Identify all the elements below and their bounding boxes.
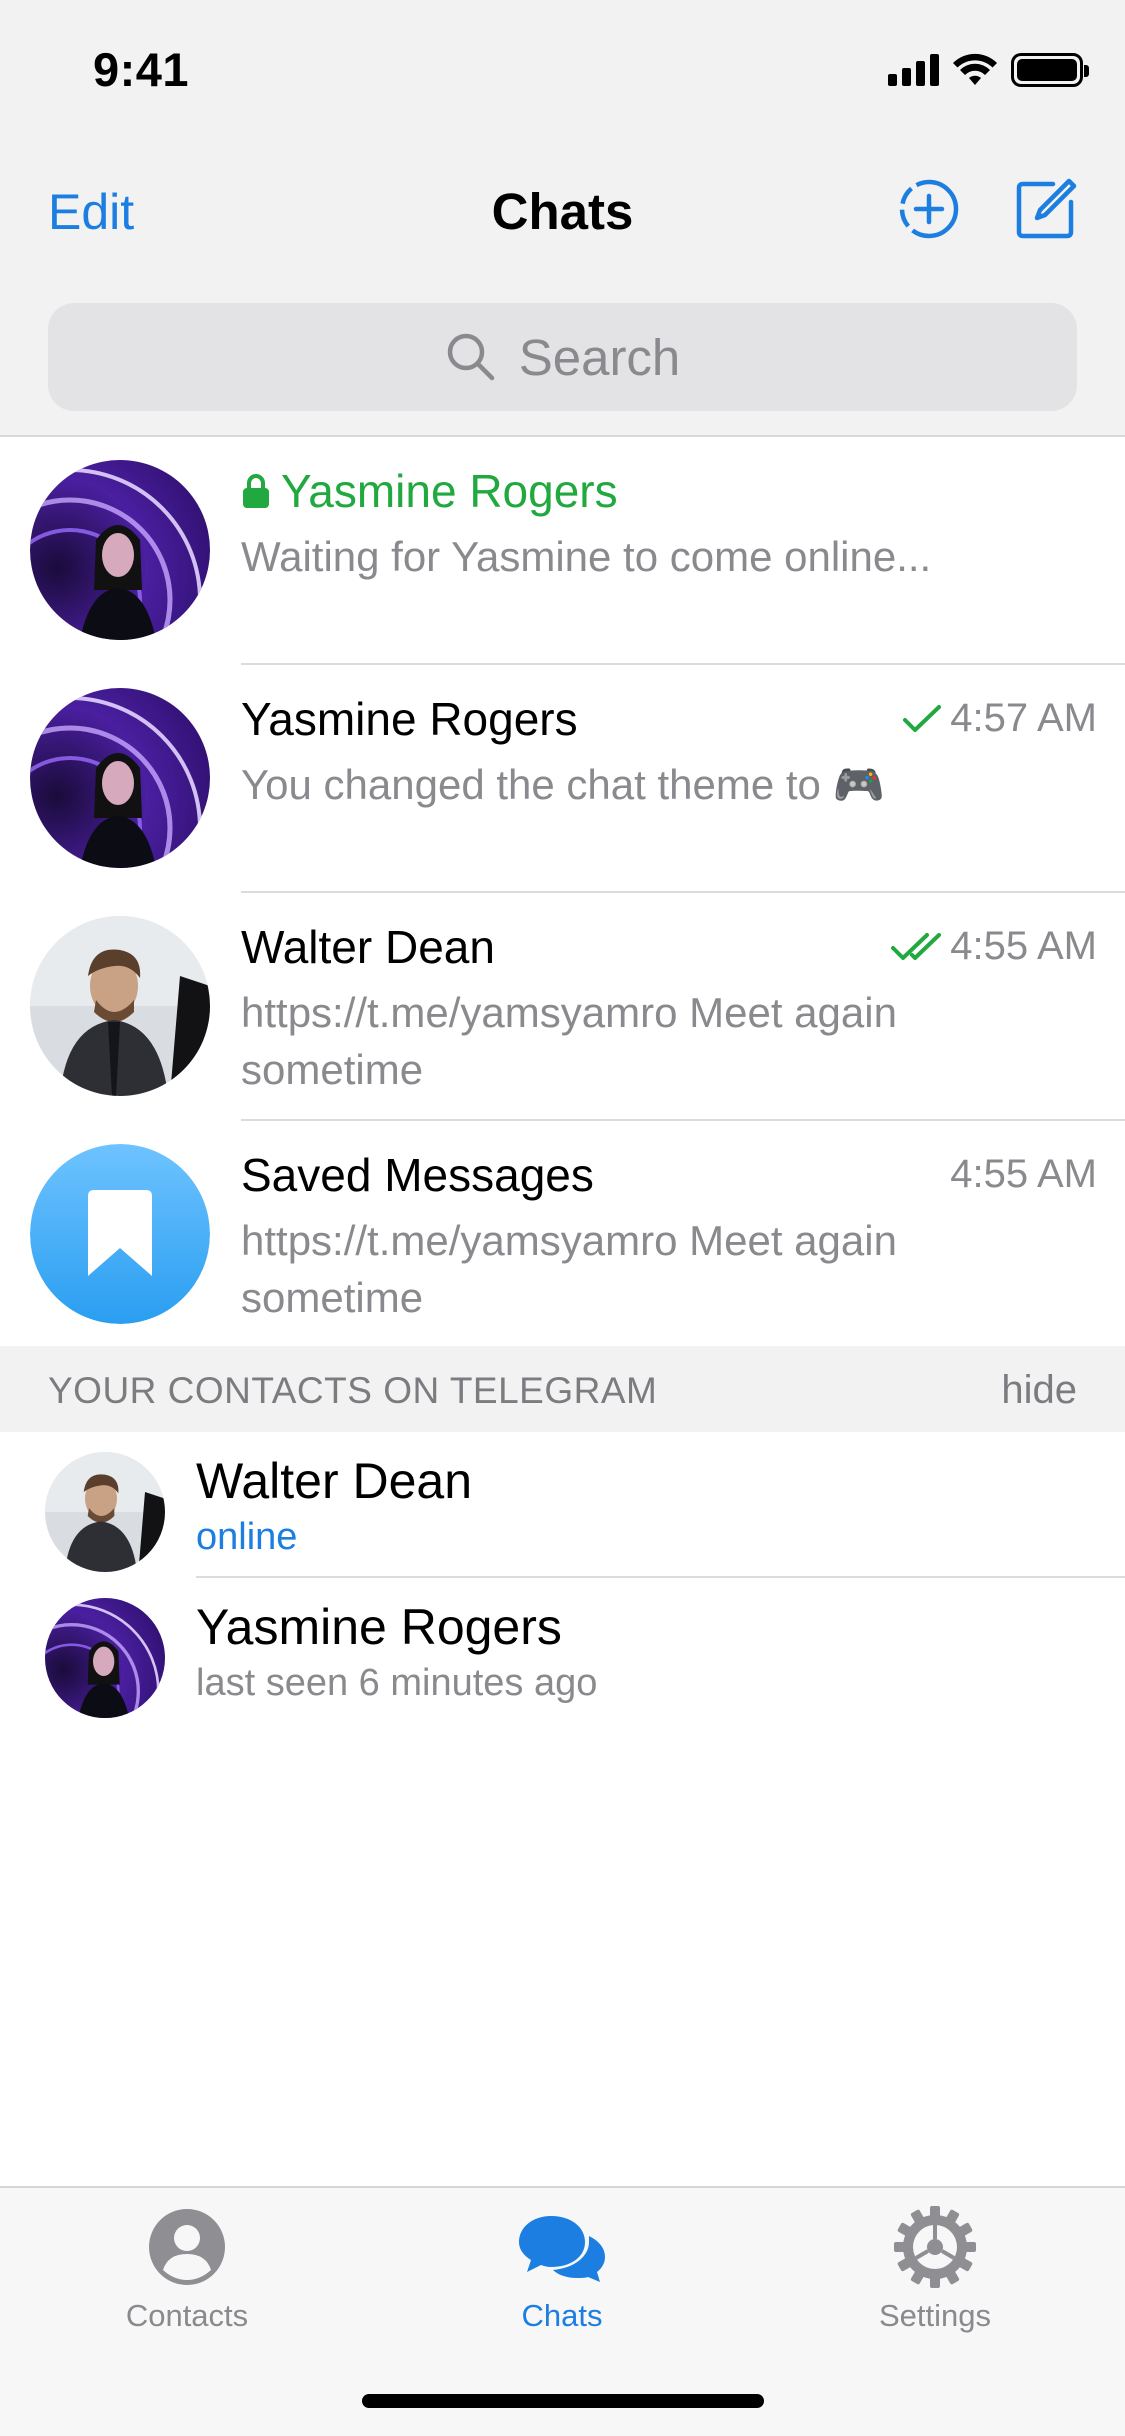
chat-time: 4:55 AM xyxy=(950,1152,1097,1196)
compose-icon[interactable] xyxy=(1013,176,1079,242)
saved-messages-avatar xyxy=(30,1144,210,1324)
tab-settings[interactable]: Settings xyxy=(810,2202,1060,2334)
avatar xyxy=(30,688,210,868)
avatar xyxy=(30,460,210,640)
contact-name: Yasmine Rogers xyxy=(196,1599,562,1655)
single-check-icon xyxy=(903,704,942,732)
contact-name: Walter Dean xyxy=(196,1453,473,1509)
status-icons xyxy=(888,50,1089,90)
contact-status: last seen 6 minutes ago xyxy=(196,1662,598,1704)
battery-icon xyxy=(1011,53,1089,87)
chat-bubbles-icon xyxy=(519,2216,605,2282)
double-check-icon xyxy=(891,932,942,960)
chat-name: Yasmine Rogers xyxy=(241,693,578,745)
tab-contacts[interactable]: Contacts xyxy=(62,2202,312,2334)
chat-row-walter[interactable]: Walter Dean 4:55 AM https://t.me/yamsyam… xyxy=(0,893,1125,1121)
chat-row-secret-yasmine[interactable]: Yasmine Rogers Waiting for Yasmine to co… xyxy=(0,437,1125,665)
tab-label: Contacts xyxy=(125,2298,249,2333)
section-title: YOUR CONTACTS ON TELEGRAM xyxy=(48,1370,658,1411)
chat-row-yasmine[interactable]: Yasmine Rogers 4:57 AM You changed the c… xyxy=(0,665,1125,893)
lock-icon xyxy=(243,474,269,508)
chat-name: Walter Dean xyxy=(241,921,495,973)
chat-time: 4:55 AM xyxy=(890,924,1097,969)
chat-name: Yasmine Rogers xyxy=(241,464,618,518)
tab-chats[interactable]: Chats xyxy=(437,2202,687,2334)
tab-label: Chats xyxy=(521,2298,603,2333)
chat-preview: You changed the chat theme to 🎮 xyxy=(241,761,885,808)
tab-label: Settings xyxy=(878,2298,991,2333)
chat-name: Saved Messages xyxy=(241,1149,594,1201)
search-placeholder: Search xyxy=(518,328,681,386)
contact-status: online xyxy=(196,1516,298,1558)
hide-button[interactable]: hide xyxy=(1001,1368,1077,1413)
chat-time: 4:57 AM xyxy=(902,696,1097,741)
chat-preview: https://t.me/yamsyamro Meet again someti… xyxy=(241,989,897,1093)
avatar xyxy=(45,1452,165,1572)
person-circle-icon xyxy=(149,2209,225,2285)
contacts-section-header: YOUR CONTACTS ON TELEGRAM hide xyxy=(0,1346,1125,1432)
new-story-icon[interactable] xyxy=(896,176,962,242)
home-indicator xyxy=(362,2394,764,2408)
wifi-icon xyxy=(953,53,997,85)
avatar xyxy=(30,916,210,1096)
contact-row-yasmine[interactable]: Yasmine Rogers last seen 6 minutes ago xyxy=(0,1578,1125,1724)
search-input[interactable]: Search xyxy=(48,303,1077,411)
contact-row-walter[interactable]: Walter Dean online xyxy=(0,1432,1125,1578)
cellular-signal-icon xyxy=(888,54,939,86)
chat-preview: https://t.me/yamsyamro Meet again someti… xyxy=(241,1217,897,1321)
chat-row-saved-messages[interactable]: Saved Messages 4:55 AM https://t.me/yams… xyxy=(0,1121,1125,1349)
search-icon xyxy=(447,333,494,381)
avatar xyxy=(45,1598,165,1718)
status-time: 9:41 xyxy=(93,43,190,96)
gear-icon xyxy=(894,2206,976,2288)
chat-preview: Waiting for Yasmine to come online... xyxy=(241,533,932,580)
